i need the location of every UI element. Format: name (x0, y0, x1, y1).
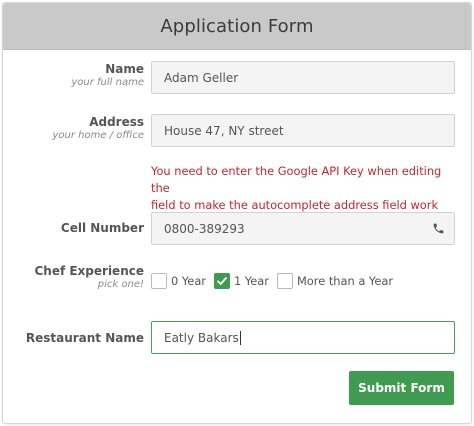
name-input-value: Adam Geller (164, 70, 239, 85)
address-sublabel: your home / office (52, 130, 144, 141)
restaurant-name-value: Eatly Bakars (164, 330, 239, 345)
cell-number-value: 0800-389293 (164, 221, 245, 236)
address-input[interactable]: House 47, NY street (151, 114, 455, 147)
checkbox-more-than-year[interactable] (276, 273, 293, 289)
address-label-group: Address your home / office (52, 115, 144, 142)
experience-options: 0 Year 1 Year More than a Year (151, 273, 401, 289)
option-0-year[interactable]: 0 Year (151, 273, 206, 289)
checkbox-0-year[interactable] (151, 273, 167, 289)
address-error-message: You need to enter the Google API Key whe… (151, 163, 457, 214)
name-sublabel: your full name (71, 77, 144, 88)
option-0-year-label: 0 Year (171, 274, 206, 288)
restaurant-label-group: Restaurant Name (26, 331, 144, 345)
cell-label-group: Cell Number (61, 221, 144, 235)
application-form-card: Application Form Name your full name Ada… (2, 2, 472, 424)
name-input[interactable]: Adam Geller (151, 61, 455, 94)
phone-icon (433, 223, 444, 234)
text-caret (239, 330, 241, 345)
name-label: Name (105, 62, 144, 76)
name-label-group: Name your full name (71, 62, 144, 89)
chef-experience-sublabel: pick one! (97, 279, 144, 290)
address-error-line-2: field to make the autocomplete address f… (151, 198, 439, 212)
address-input-value: House 47, NY street (164, 123, 284, 138)
restaurant-name-label: Restaurant Name (25, 331, 144, 345)
restaurant-name-input[interactable]: Eatly Bakars (151, 321, 455, 354)
address-error-line-1: You need to enter the Google API Key whe… (151, 164, 442, 195)
submit-form-button[interactable]: Submit Form (349, 371, 454, 405)
experience-label-group: Chef Experience pick one! (34, 264, 144, 291)
address-label: Address (89, 115, 144, 129)
option-1-year-label: 1 Year (233, 274, 269, 288)
checkmark-icon (217, 277, 227, 285)
chef-experience-label: Chef Experience (34, 264, 144, 278)
option-1-year[interactable]: 1 Year (213, 273, 269, 289)
form-header: Application Form (3, 3, 471, 50)
option-more-than-year-label: More than a Year (296, 274, 394, 288)
form-title: Application Form (160, 15, 314, 37)
option-more-than-year[interactable]: More than a Year (276, 273, 394, 289)
cell-number-label: Cell Number (60, 221, 144, 235)
cell-number-input[interactable]: 0800-389293 (151, 212, 455, 245)
checkbox-1-year[interactable] (213, 273, 230, 289)
